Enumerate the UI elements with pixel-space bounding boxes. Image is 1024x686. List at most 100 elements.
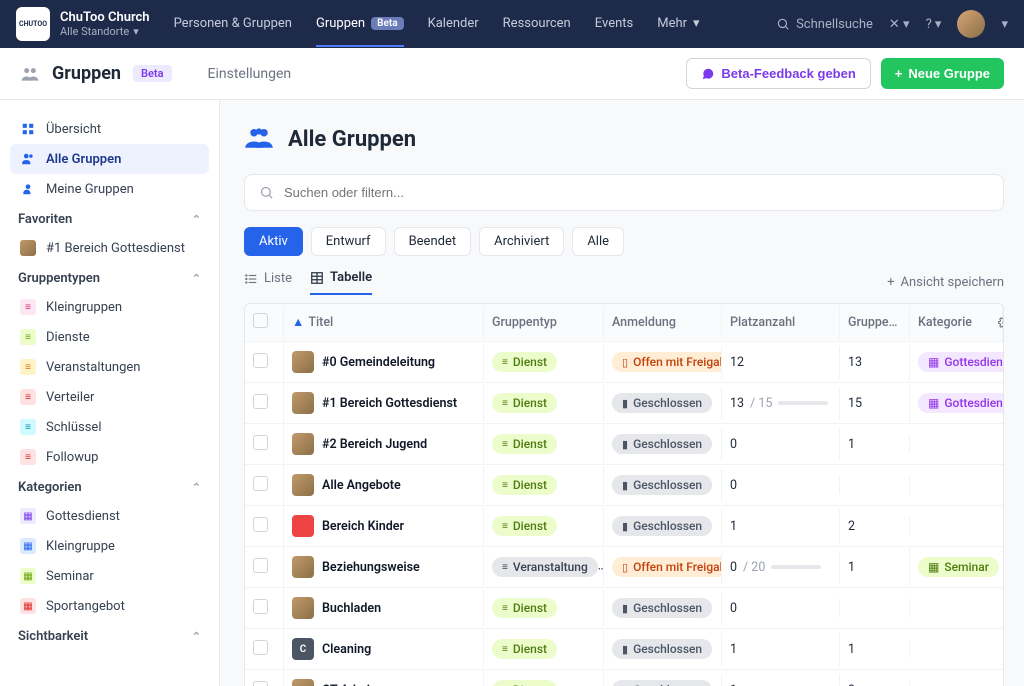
nav-gruppen[interactable]: Gruppen Beta xyxy=(316,2,404,47)
col-anmeldung[interactable]: Anmeldung xyxy=(603,306,721,339)
nav-ressourcen[interactable]: Ressourcen xyxy=(503,2,571,47)
type-pill: ≡ Veranstaltung xyxy=(492,557,598,577)
sidebar-item[interactable]: ▦ Kleingruppe xyxy=(10,531,209,561)
sichtbarkeit-header[interactable]: Sichtbarkeit ⌃ xyxy=(10,621,209,650)
filter-tab-beendet[interactable]: Beendet xyxy=(394,227,472,256)
row-checkbox[interactable] xyxy=(245,549,283,586)
category-icon: ▦ xyxy=(20,508,36,524)
group-avatar xyxy=(292,433,314,455)
sidebar-item[interactable]: ≡ Kleingruppen xyxy=(10,292,209,322)
gear-icon[interactable] xyxy=(998,316,1004,329)
new-group-button[interactable]: + Neue Gruppe xyxy=(881,58,1004,89)
sidebar-item-alle-gruppen[interactable]: Alle Gruppen xyxy=(10,144,209,174)
sidebar-item[interactable]: ≡ Followup xyxy=(10,442,209,472)
cell-mitglieder xyxy=(839,599,909,617)
sidebar-item[interactable]: ≡ Dienste xyxy=(10,322,209,352)
category-icon: ▦ xyxy=(20,598,36,614)
door-open-icon: ▯ xyxy=(622,356,628,369)
cell-title[interactable]: #0 Gemeindeleitung xyxy=(283,342,483,382)
settings-tab[interactable]: Einstellungen xyxy=(208,66,292,82)
search-bar[interactable] xyxy=(244,174,1004,211)
cell-title[interactable]: #1 Bereich Gottesdienst xyxy=(283,383,483,423)
row-checkbox[interactable] xyxy=(245,344,283,381)
table-row[interactable]: #0 Gemeindeleitung ≡ Dienst ▯ Offen mit … xyxy=(245,342,1003,383)
col-checkbox[interactable] xyxy=(245,304,283,341)
help-icon[interactable]: ? ▾ xyxy=(926,17,942,32)
sidebar-item[interactable]: ≡ Verteiler xyxy=(10,382,209,412)
table-row[interactable]: Alle Angebote ≡ Dienst ▮ Geschlossen 0 xyxy=(245,465,1003,506)
tools-icon[interactable]: ✕ ▾ xyxy=(889,17,910,32)
filter-tab-archiviert[interactable]: Archiviert xyxy=(479,227,564,256)
col-gruppenmitglieder[interactable]: Gruppenmi xyxy=(839,306,909,339)
search-input[interactable] xyxy=(284,185,989,200)
chevron-down-icon[interactable]: ▾ xyxy=(1001,17,1008,32)
group-avatar xyxy=(292,556,314,578)
col-titel[interactable]: ▲Titel xyxy=(283,306,483,339)
user-avatar[interactable] xyxy=(957,10,985,38)
table-row[interactable]: CT Admin ≡ Dienst ▮ Geschlossen 1 2 xyxy=(245,670,1003,686)
group-avatar xyxy=(292,597,314,619)
table-row[interactable]: #1 Bereich Gottesdienst ≡ Dienst ▮ Gesch… xyxy=(245,383,1003,424)
quick-search[interactable]: Schnellsuche xyxy=(776,17,873,32)
registration-pill: ▮ Geschlossen xyxy=(612,393,712,413)
table-row[interactable]: Bereich Kinder ≡ Dienst ▮ Geschlossen 1 … xyxy=(245,506,1003,547)
row-checkbox[interactable] xyxy=(245,426,283,463)
gruppentypen-header[interactable]: Gruppentypen ⌃ xyxy=(10,263,209,292)
row-checkbox[interactable] xyxy=(245,631,283,668)
group-avatar xyxy=(292,474,314,496)
cell-title[interactable]: Beziehungsweise xyxy=(283,547,483,587)
favoriten-header[interactable]: Favoriten ⌃ xyxy=(10,204,209,233)
logo[interactable]: CHUTOO xyxy=(16,7,50,41)
org-location[interactable]: Alle Standorte ▾ xyxy=(60,25,150,38)
cell-title[interactable]: Bereich Kinder xyxy=(283,506,483,546)
sidebar-item[interactable]: ▦ Sportangebot xyxy=(10,591,209,621)
sidebar: Übersicht Alle Gruppen Meine Gruppen Fav… xyxy=(0,100,220,686)
platz-value: 0 xyxy=(730,478,737,493)
feedback-button[interactable]: Beta-Feedback geben xyxy=(686,58,870,89)
filter-tab-entwurf[interactable]: Entwurf xyxy=(311,227,386,256)
favorite-item[interactable]: #1 Bereich Gottesdienst xyxy=(10,233,209,263)
cell-title[interactable]: Buchladen xyxy=(283,588,483,628)
cell-title[interactable]: Alle Angebote xyxy=(283,465,483,505)
sichtbarkeit-title: Sichtbarkeit xyxy=(18,629,88,644)
sidebar-item[interactable]: ▦ Seminar xyxy=(10,561,209,591)
table-row[interactable]: #2 Bereich Jugend ≡ Dienst ▮ Geschlossen… xyxy=(245,424,1003,465)
nav-mehr[interactable]: Mehr ▾ xyxy=(657,2,699,47)
view-list[interactable]: Liste xyxy=(244,271,292,294)
sidebar-item-meine-gruppen[interactable]: Meine Gruppen xyxy=(10,174,209,204)
kategorien-header[interactable]: Kategorien ⌃ xyxy=(10,472,209,501)
cell-title[interactable]: #2 Bereich Jugend xyxy=(283,424,483,464)
table-row[interactable]: Beziehungsweise ≡ Veranstaltung ▯ Offen … xyxy=(245,547,1003,588)
sidebar-item-übersicht[interactable]: Übersicht xyxy=(10,114,209,144)
nav-personen[interactable]: Personen & Gruppen xyxy=(174,2,292,47)
col-platzanzahl[interactable]: Platzanzahl xyxy=(721,306,839,339)
chevron-up-icon: ⌃ xyxy=(192,630,201,643)
platz-value: 0 xyxy=(730,560,737,575)
door-closed-icon: ▮ xyxy=(622,479,628,492)
col-kategorie[interactable]: Kategorie xyxy=(909,306,1004,339)
nav-kalender[interactable]: Kalender xyxy=(428,2,479,47)
chevron-up-icon: ⌃ xyxy=(192,213,201,226)
view-table[interactable]: Tabelle xyxy=(310,270,372,295)
sidebar-item[interactable]: ≡ Schlüssel xyxy=(10,412,209,442)
filter-tab-aktiv[interactable]: Aktiv xyxy=(244,227,303,256)
filter-tab-alle[interactable]: Alle xyxy=(572,227,624,256)
save-view-button[interactable]: + Ansicht speichern xyxy=(887,275,1004,290)
org-block[interactable]: ChuToo Church Alle Standorte ▾ xyxy=(60,10,150,38)
cell-title[interactable]: CCleaning xyxy=(283,629,483,669)
row-checkbox[interactable] xyxy=(245,590,283,627)
table-row[interactable]: CCleaning ≡ Dienst ▮ Geschlossen 1 1 xyxy=(245,629,1003,670)
sidebar-item[interactable]: ≡ Veranstaltungen xyxy=(10,352,209,382)
cell-mitglieder: 13 xyxy=(839,346,909,379)
stack-icon: ≡ xyxy=(502,562,508,573)
type-pill: ≡ Dienst xyxy=(492,393,557,413)
sidebar-item[interactable]: ▦ Gottesdienst xyxy=(10,501,209,531)
row-checkbox[interactable] xyxy=(245,672,283,686)
cell-title[interactable]: CT Admin xyxy=(283,670,483,686)
row-checkbox[interactable] xyxy=(245,467,283,504)
row-checkbox[interactable] xyxy=(245,385,283,422)
row-checkbox[interactable] xyxy=(245,508,283,545)
table-row[interactable]: Buchladen ≡ Dienst ▮ Geschlossen 0 xyxy=(245,588,1003,629)
nav-events[interactable]: Events xyxy=(595,2,633,47)
col-gruppentyp[interactable]: Gruppentyp xyxy=(483,306,603,339)
